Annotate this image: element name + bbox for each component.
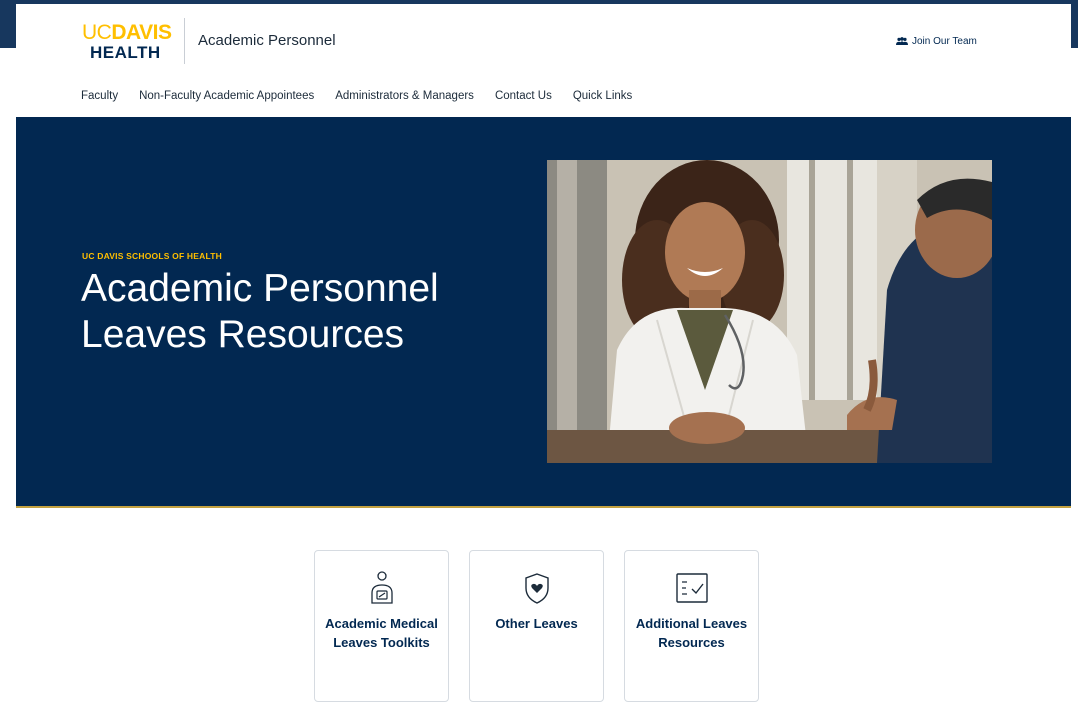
join-our-team-link[interactable]: Join Our Team <box>896 36 977 47</box>
ucdavis-health-logo[interactable]: UCDAVIS HEALTH <box>82 22 174 64</box>
nav-item-administrators[interactable]: Administrators & Managers <box>335 90 474 108</box>
nav-item-quick-links[interactable]: Quick Links <box>573 90 632 108</box>
hero-accent-line <box>16 506 1071 508</box>
card-academic-medical-leaves[interactable]: Academic Medical Leaves Toolkits <box>314 550 449 702</box>
person-medical-icon <box>370 571 393 604</box>
site-header: UCDAVIS HEALTH Academic Personnel Join O… <box>16 4 1071 81</box>
card-other-leaves[interactable]: Other Leaves <box>469 550 604 702</box>
hero-eyebrow: UC DAVIS SCHOOLS OF HEALTH <box>82 251 222 261</box>
site-name[interactable]: Academic Personnel <box>198 32 336 49</box>
checklist-icon <box>675 573 708 603</box>
card-label: Additional Leaves Resources <box>635 616 748 650</box>
people-icon <box>896 37 908 45</box>
header-divider <box>184 18 185 64</box>
page-title-line2: Leaves Resources <box>81 313 405 356</box>
doctor-patient-photo <box>547 160 992 463</box>
logo-health: HEALTH <box>90 43 161 62</box>
card-additional-leaves-resources[interactable]: Additional Leaves Resources <box>624 550 759 702</box>
shield-heart-icon <box>524 573 549 604</box>
nav-item-non-faculty[interactable]: Non-Faculty Academic Appointees <box>139 90 314 108</box>
card-label: Academic Medical Leaves Toolkits <box>325 616 438 650</box>
main-nav: Faculty Non-Faculty Academic Appointees … <box>81 90 632 108</box>
logo-davis: DAVIS <box>111 21 172 44</box>
nav-item-faculty[interactable]: Faculty <box>81 90 118 108</box>
card-label: Other Leaves <box>495 616 578 631</box>
join-label: Join Our Team <box>912 36 977 47</box>
page-title: Academic Personnel Leaves Resources <box>81 266 531 358</box>
page: UCDAVIS HEALTH Academic Personnel Join O… <box>0 0 1078 702</box>
page-title-line1: Academic Personnel <box>81 267 439 310</box>
logo-uc: UC <box>82 21 112 44</box>
hero-photo <box>547 160 992 463</box>
nav-item-contact-us[interactable]: Contact Us <box>495 90 552 108</box>
